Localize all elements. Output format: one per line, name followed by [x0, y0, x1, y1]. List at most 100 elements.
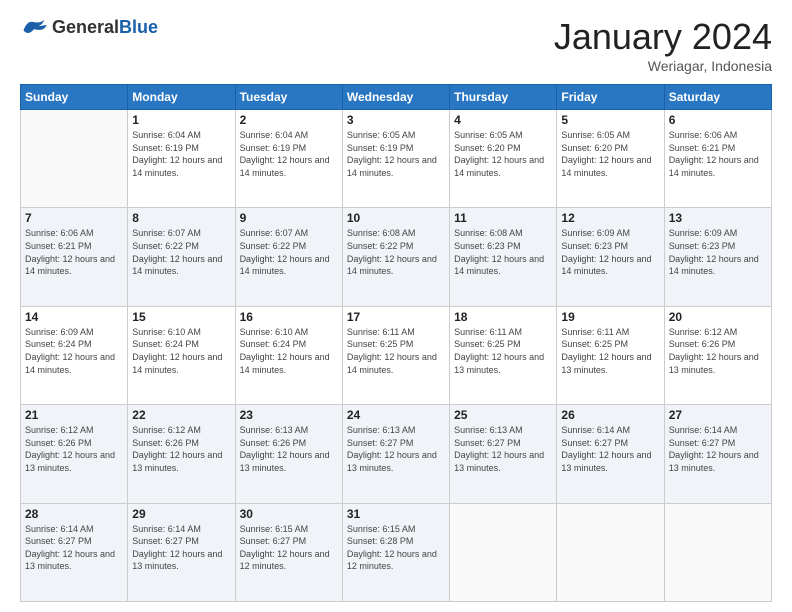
table-row: 29Sunrise: 6:14 AMSunset: 6:27 PMDayligh…: [128, 503, 235, 601]
day-info: Sunrise: 6:13 AMSunset: 6:27 PMDaylight:…: [347, 424, 445, 474]
day-number: 19: [561, 310, 659, 324]
day-info: Sunrise: 6:13 AMSunset: 6:27 PMDaylight:…: [454, 424, 552, 474]
day-number: 20: [669, 310, 767, 324]
day-number: 17: [347, 310, 445, 324]
table-row: 2 Sunrise: 6:04 AMSunset: 6:19 PMDaylight…: [235, 110, 342, 208]
header-saturday: Saturday: [664, 85, 771, 110]
day-number: 31: [347, 507, 445, 521]
day-info: Sunrise: 6:10 AMSunset: 6:24 PMDaylight:…: [240, 326, 338, 376]
day-number: 24: [347, 408, 445, 422]
table-row: 6 Sunrise: 6:06 AMSunset: 6:21 PMDaylight…: [664, 110, 771, 208]
day-info: Sunrise: 6:15 AMSunset: 6:28 PMDaylight:…: [347, 523, 445, 573]
day-number: 14: [25, 310, 123, 324]
day-info: Sunrise: 6:06 AMSunset: 6:21 PMDaylight:…: [25, 227, 123, 277]
day-number: 11: [454, 211, 552, 225]
day-number: 3: [347, 113, 445, 127]
day-number: 10: [347, 211, 445, 225]
header-sunday: Sunday: [21, 85, 128, 110]
day-number: 29: [132, 507, 230, 521]
table-row: 26Sunrise: 6:14 AMSunset: 6:27 PMDayligh…: [557, 405, 664, 503]
table-row: [664, 503, 771, 601]
day-info: Sunrise: 6:13 AMSunset: 6:26 PMDaylight:…: [240, 424, 338, 474]
day-number: 2: [240, 113, 338, 127]
day-info: Sunrise: 6:12 AMSunset: 6:26 PMDaylight:…: [669, 326, 767, 376]
calendar-week-row: 1 Sunrise: 6:04 AMSunset: 6:19 PMDaylight…: [21, 110, 772, 208]
calendar-week-row: 7Sunrise: 6:06 AMSunset: 6:21 PMDaylight…: [21, 208, 772, 306]
table-row: 23 Sunrise: 6:13 AMSunset: 6:26 PMDayligh…: [235, 405, 342, 503]
table-row: 1 Sunrise: 6:04 AMSunset: 6:19 PMDaylight…: [128, 110, 235, 208]
table-row: [557, 503, 664, 601]
day-number: 6: [669, 113, 767, 127]
day-number: 22: [132, 408, 230, 422]
day-info: Sunrise: 6:09 AMSunset: 6:23 PMDaylight:…: [669, 227, 767, 277]
location: Weriagar, Indonesia: [554, 58, 772, 74]
day-number: 9: [240, 211, 338, 225]
calendar-week-row: 14Sunrise: 6:09 AMSunset: 6:24 PMDayligh…: [21, 306, 772, 404]
day-info: Sunrise: 6:08 AMSunset: 6:22 PMDaylight:…: [347, 227, 445, 277]
day-number: 21: [25, 408, 123, 422]
table-row: [21, 110, 128, 208]
title-block: January 2024 Weriagar, Indonesia: [554, 16, 772, 74]
day-info: Sunrise: 6:07 AMSunset: 6:22 PMDaylight:…: [132, 227, 230, 277]
table-row: 8 Sunrise: 6:07 AMSunset: 6:22 PMDaylight…: [128, 208, 235, 306]
table-row: 9 Sunrise: 6:07 AMSunset: 6:22 PMDaylight…: [235, 208, 342, 306]
table-row: 4Sunrise: 6:05 AMSunset: 6:20 PMDaylight…: [450, 110, 557, 208]
day-info: Sunrise: 6:11 AMSunset: 6:25 PMDaylight:…: [454, 326, 552, 376]
table-row: 25 Sunrise: 6:13 AMSunset: 6:27 PMDayligh…: [450, 405, 557, 503]
day-info: Sunrise: 6:14 AMSunset: 6:27 PMDaylight:…: [669, 424, 767, 474]
table-row: 13 Sunrise: 6:09 AMSunset: 6:23 PMDayligh…: [664, 208, 771, 306]
day-info: Sunrise: 6:04 AMSunset: 6:19 PMDaylight:…: [240, 129, 338, 179]
header-thursday: Thursday: [450, 85, 557, 110]
table-row: 30 Sunrise: 6:15 AMSunset: 6:27 PMDayligh…: [235, 503, 342, 601]
day-number: 8: [132, 211, 230, 225]
day-info: Sunrise: 6:05 AMSunset: 6:20 PMDaylight:…: [561, 129, 659, 179]
table-row: 20 Sunrise: 6:12 AMSunset: 6:26 PMDayligh…: [664, 306, 771, 404]
day-number: 12: [561, 211, 659, 225]
day-number: 13: [669, 211, 767, 225]
day-info: Sunrise: 6:04 AMSunset: 6:19 PMDaylight:…: [132, 129, 230, 179]
day-info: Sunrise: 6:15 AMSunset: 6:27 PMDaylight:…: [240, 523, 338, 573]
day-info: Sunrise: 6:06 AMSunset: 6:21 PMDaylight:…: [669, 129, 767, 179]
day-info: Sunrise: 6:12 AMSunset: 6:26 PMDaylight:…: [25, 424, 123, 474]
logo-general: General: [52, 17, 119, 37]
header: GeneralBlue January 2024 Weriagar, Indon…: [20, 16, 772, 74]
table-row: 28Sunrise: 6:14 AMSunset: 6:27 PMDayligh…: [21, 503, 128, 601]
weekday-header-row: Sunday Monday Tuesday Wednesday Thursday…: [21, 85, 772, 110]
calendar-week-row: 28Sunrise: 6:14 AMSunset: 6:27 PMDayligh…: [21, 503, 772, 601]
day-info: Sunrise: 6:11 AMSunset: 6:25 PMDaylight:…: [347, 326, 445, 376]
logo-bird-icon: [20, 16, 48, 38]
table-row: 31 Sunrise: 6:15 AMSunset: 6:28 PMDayligh…: [342, 503, 449, 601]
table-row: 27 Sunrise: 6:14 AMSunset: 6:27 PMDayligh…: [664, 405, 771, 503]
day-number: 26: [561, 408, 659, 422]
table-row: 3 Sunrise: 6:05 AMSunset: 6:19 PMDaylight…: [342, 110, 449, 208]
table-row: 16 Sunrise: 6:10 AMSunset: 6:24 PMDayligh…: [235, 306, 342, 404]
day-number: 18: [454, 310, 552, 324]
header-tuesday: Tuesday: [235, 85, 342, 110]
table-row: 15Sunrise: 6:10 AMSunset: 6:24 PMDayligh…: [128, 306, 235, 404]
table-row: 19 Sunrise: 6:11 AMSunset: 6:25 PMDayligh…: [557, 306, 664, 404]
day-info: Sunrise: 6:05 AMSunset: 6:19 PMDaylight:…: [347, 129, 445, 179]
day-number: 30: [240, 507, 338, 521]
day-info: Sunrise: 6:14 AMSunset: 6:27 PMDaylight:…: [25, 523, 123, 573]
day-number: 16: [240, 310, 338, 324]
table-row: 11 Sunrise: 6:08 AMSunset: 6:23 PMDayligh…: [450, 208, 557, 306]
header-friday: Friday: [557, 85, 664, 110]
table-row: 22 Sunrise: 6:12 AMSunset: 6:26 PMDayligh…: [128, 405, 235, 503]
day-number: 27: [669, 408, 767, 422]
header-wednesday: Wednesday: [342, 85, 449, 110]
table-row: 12 Sunrise: 6:09 AMSunset: 6:23 PMDayligh…: [557, 208, 664, 306]
day-info: Sunrise: 6:12 AMSunset: 6:26 PMDaylight:…: [132, 424, 230, 474]
day-info: Sunrise: 6:11 AMSunset: 6:25 PMDaylight:…: [561, 326, 659, 376]
day-info: Sunrise: 6:08 AMSunset: 6:23 PMDaylight:…: [454, 227, 552, 277]
logo-text: GeneralBlue: [52, 17, 158, 38]
table-row: 17 Sunrise: 6:11 AMSunset: 6:25 PMDayligh…: [342, 306, 449, 404]
day-number: 1: [132, 113, 230, 127]
day-info: Sunrise: 6:07 AMSunset: 6:22 PMDaylight:…: [240, 227, 338, 277]
day-info: Sunrise: 6:09 AMSunset: 6:23 PMDaylight:…: [561, 227, 659, 277]
day-number: 23: [240, 408, 338, 422]
day-number: 25: [454, 408, 552, 422]
month-title: January 2024: [554, 16, 772, 58]
day-number: 15: [132, 310, 230, 324]
calendar-page: GeneralBlue January 2024 Weriagar, Indon…: [0, 0, 792, 612]
day-number: 4: [454, 113, 552, 127]
